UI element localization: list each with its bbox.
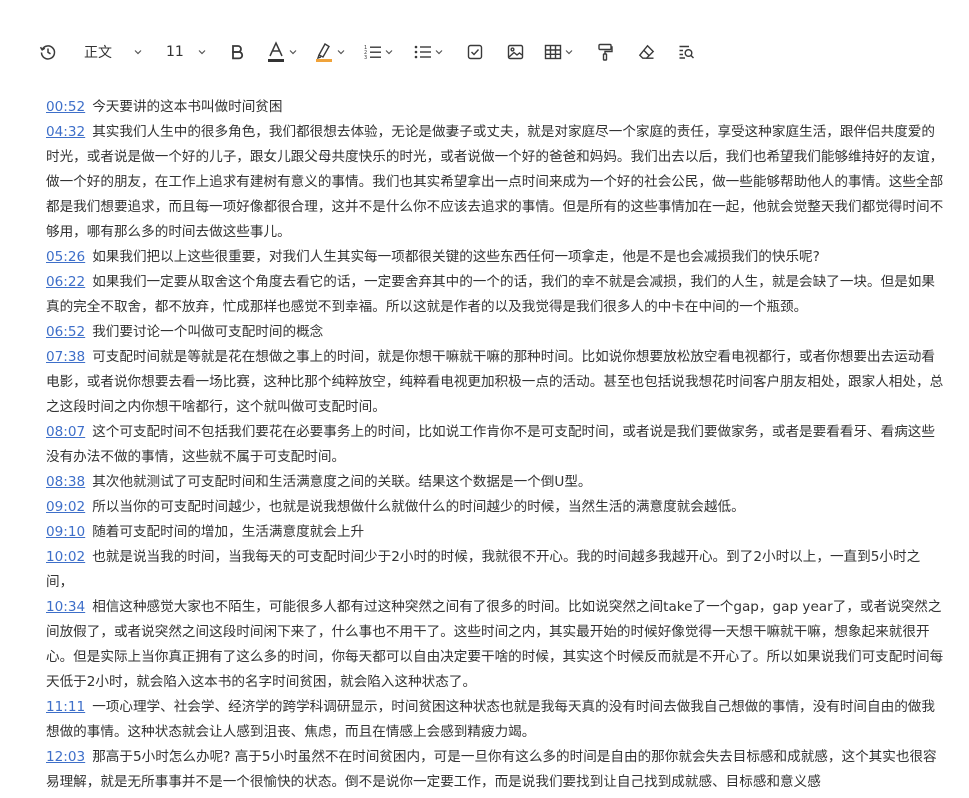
checkbox-list-icon[interactable] (466, 38, 484, 66)
eraser-icon[interactable] (637, 38, 655, 66)
timestamp-link[interactable]: 12:03 (46, 749, 85, 765)
highlighter-icon (316, 43, 332, 62)
paragraph-text: 随着可支配时间的增加，生活满意度就会上升 (92, 524, 365, 540)
transcript-paragraph: 12:03 那高于5小时怎么办呢? 高于5小时虽然不在时间贫困内，可是一旦你有这么… (46, 745, 946, 795)
paragraph-text: 可支配时间就是等就是花在想做之事上的时间，就是你想干嘛就干嘛的那种时间。比如说你… (46, 349, 944, 415)
font-size-label: 11 (166, 44, 184, 60)
paragraph-style-select[interactable]: 正文 (84, 38, 144, 66)
transcript-paragraph: 07:38 可支配时间就是等就是花在想做之事上的时间，就是你想干嘛就干嘛的那种时间… (46, 345, 946, 420)
chevron-down-icon (385, 50, 393, 55)
paragraph-text: 一项心理学、社会学、经济学的跨学科调研显示，时间贫困这种状态也就是我每天真的没有… (46, 699, 935, 740)
chevron-down-icon (289, 50, 297, 55)
paragraph-text: 其次他就测试了可支配时间和生活满意度之间的关联。结果这个数据是一个倒U型。 (92, 474, 592, 490)
ordered-list-icon: 1 2 3 (364, 45, 381, 60)
paragraph-text: 所以当你的可支配时间越少，也就是说我想做什么就做什么的时间越少的时候，当然生活的… (92, 499, 745, 515)
format-painter-icon[interactable] (596, 38, 614, 66)
chevron-down-icon (198, 50, 206, 55)
timestamp-link[interactable]: 09:02 (46, 499, 85, 515)
transcript-paragraph: 00:52 今天要讲的这本书叫做时间贫困 (46, 95, 946, 120)
timestamp-link[interactable]: 06:22 (46, 274, 85, 290)
svg-text:3: 3 (364, 55, 367, 60)
transcript-paragraph: 09:02 所以当你的可支配时间越少，也就是说我想做什么就做什么的时间越少的时候，… (46, 495, 946, 520)
chevron-down-icon (134, 50, 142, 55)
chevron-down-icon (337, 50, 345, 55)
history-icon[interactable] (37, 38, 59, 66)
font-color-button[interactable] (266, 38, 300, 66)
timestamp-link[interactable]: 04:32 (46, 124, 85, 140)
bullet-list-icon (414, 45, 431, 59)
paragraph-text: 相信这种感觉大家也不陌生，可能很多人都有过这种突然之间有了很多的时间。比如说突然… (46, 599, 944, 690)
paragraph-text: 今天要讲的这本书叫做时间贫困 (92, 99, 283, 115)
timestamp-link[interactable]: 08:38 (46, 474, 85, 490)
timestamp-link[interactable]: 07:38 (46, 349, 85, 365)
transcript-paragraph: 05:26 如果我们把以上这些很重要，对我们人生其实每一项都很关键的这些东西任何一… (46, 245, 946, 270)
transcript-paragraph: 10:02 也就是说当我的时间，当我每天的可支配时间少于2小时的时候，我就很不开心… (46, 545, 946, 595)
paragraph-text: 其实我们人生中的很多角色，我们都很想去体验，无论是做妻子或丈夫，就是对家庭尽一个… (46, 124, 944, 240)
transcript-paragraph: 04:32 其实我们人生中的很多角色，我们都很想去体验，无论是做妻子或丈夫，就是对… (46, 120, 946, 245)
font-color-icon (268, 41, 284, 62)
transcript-body[interactable]: 00:52 今天要讲的这本书叫做时间贫困 04:32 其实我们人生中的很多角色，我们… (46, 95, 946, 795)
timestamp-link[interactable]: 11:11 (46, 699, 85, 715)
transcript-paragraph: 11:11 一项心理学、社会学、经济学的跨学科调研显示，时间贫困这种状态也就是我每… (46, 695, 946, 745)
chevron-down-icon (565, 50, 573, 55)
transcript-paragraph: 06:22 如果我们一定要从取舍这个角度去看它的话，一定要舍弃其中的一个的话，我们… (46, 270, 946, 320)
chevron-down-icon (435, 50, 443, 55)
bold-icon[interactable] (228, 38, 246, 66)
transcript-paragraph: 08:38 其次他就测试了可支配时间和生活满意度之间的关联。结果这个数据是一个倒U… (46, 470, 946, 495)
ordered-list-button[interactable]: 1 2 3 (364, 38, 398, 66)
paragraph-text: 也就是说当我的时间，当我每天的可支配时间少于2小时的时候，我就很不开心。我的时间… (46, 549, 921, 590)
transcript-paragraph: 06:52 我们要讨论一个叫做可支配时间的概念 (46, 320, 946, 345)
table-button[interactable] (544, 38, 578, 66)
timestamp-link[interactable]: 05:26 (46, 249, 85, 265)
paragraph-text: 那高于5小时怎么办呢? 高于5小时虽然不在时间贫困内，可是一旦你有这么多的时间是… (46, 749, 937, 790)
timestamp-link[interactable]: 08:07 (46, 424, 85, 440)
editor-toolbar: 正文 11 1 2 3 (0, 28, 969, 76)
font-size-select[interactable]: 11 (166, 38, 210, 66)
paragraph-style-label: 正文 (84, 45, 112, 61)
timestamp-link[interactable]: 10:02 (46, 549, 85, 565)
bullet-list-button[interactable] (414, 38, 448, 66)
paragraph-text: 我们要讨论一个叫做可支配时间的概念 (92, 324, 324, 340)
image-icon[interactable] (506, 38, 524, 66)
highlight-button[interactable] (314, 38, 348, 66)
timestamp-link[interactable]: 06:52 (46, 324, 85, 340)
timestamp-link[interactable]: 09:10 (46, 524, 85, 540)
timestamp-link[interactable]: 10:34 (46, 599, 85, 615)
timestamp-link[interactable]: 00:52 (46, 99, 85, 115)
paragraph-text: 如果我们一定要从取舍这个角度去看它的话，一定要舍弃其中的一个的话，我们的幸不就是… (46, 274, 935, 315)
transcript-paragraph: 08:07 这个可支配时间不包括我们要花在必要事务上的时间，比如说工作肯你不是可支… (46, 420, 946, 470)
transcript-paragraph: 10:34 相信这种感觉大家也不陌生，可能很多人都有过这种突然之间有了很多的时间。… (46, 595, 946, 695)
table-icon (544, 44, 562, 60)
paragraph-text: 如果我们把以上这些很重要，对我们人生其实每一项都很关键的这些东西任何一项拿走，他… (92, 249, 820, 265)
find-replace-icon[interactable] (677, 38, 695, 66)
transcript-paragraph: 09:10 随着可支配时间的增加，生活满意度就会上升 (46, 520, 946, 545)
paragraph-text: 这个可支配时间不包括我们要花在必要事务上的时间，比如说工作肯你不是可支配时间，或… (46, 424, 935, 465)
